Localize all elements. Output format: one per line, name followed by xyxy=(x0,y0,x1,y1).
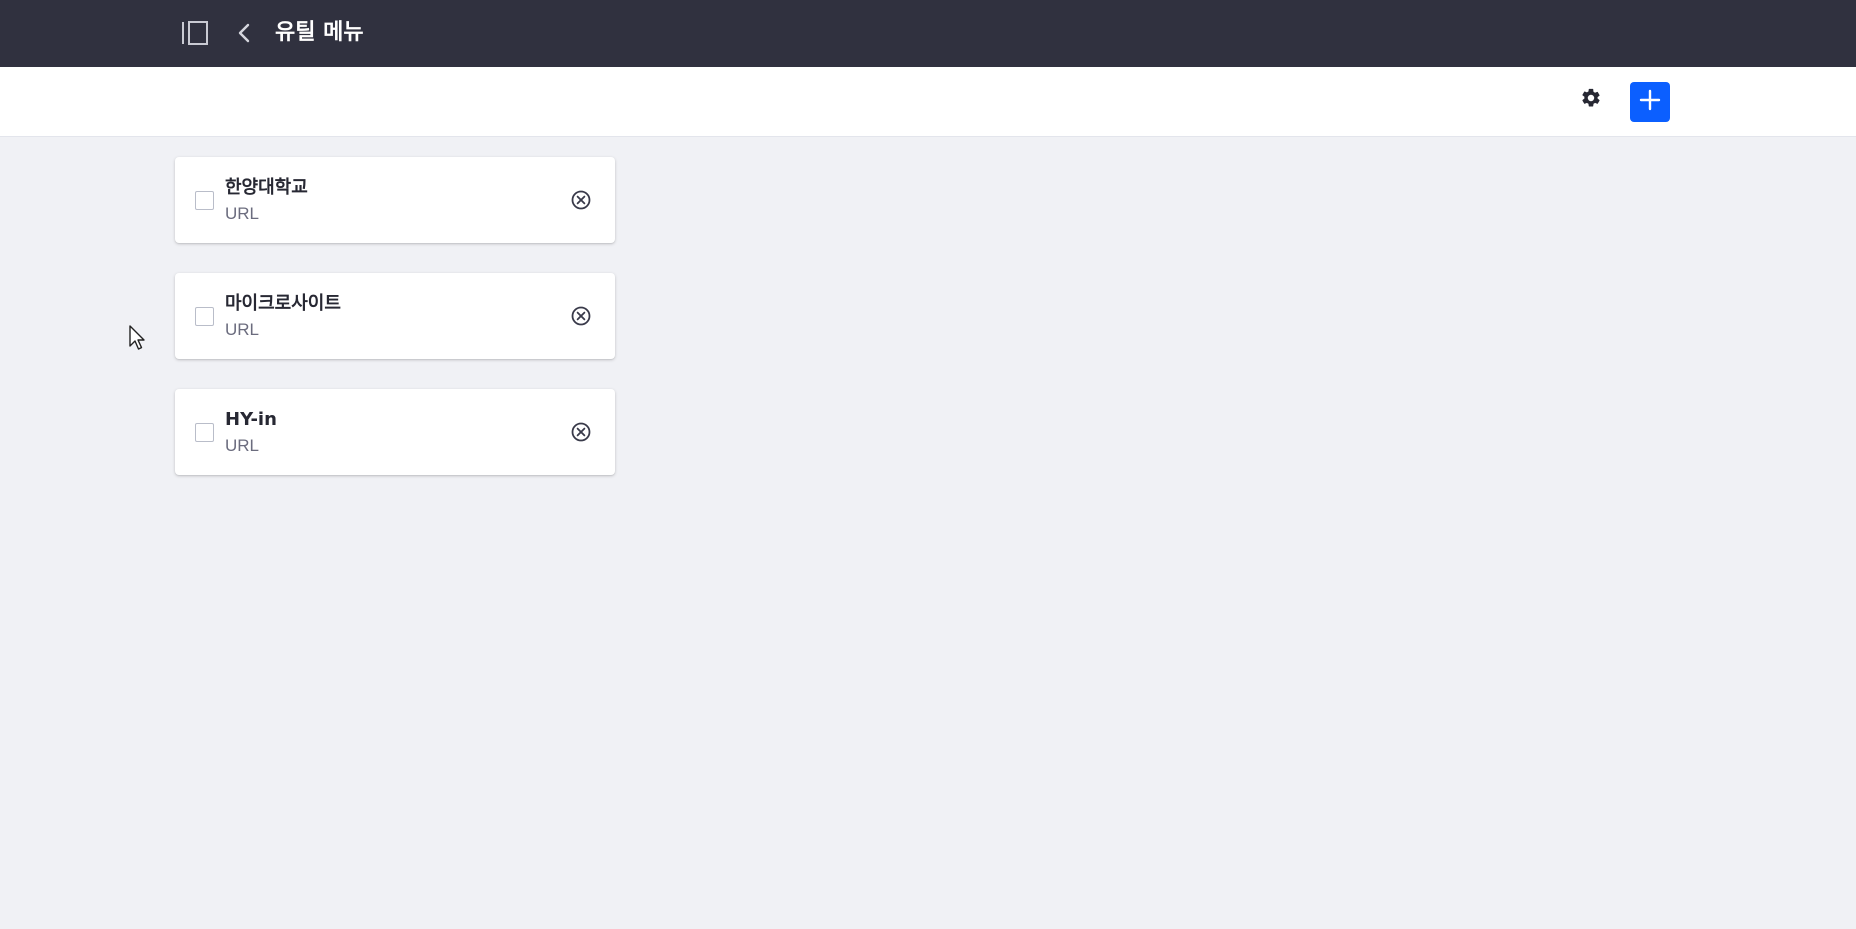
menu-item-list: 한양대학교 URL 마이크로사이트 URL HY-in URL xyxy=(175,157,615,505)
remove-button[interactable] xyxy=(570,189,592,211)
gear-icon xyxy=(1580,87,1602,114)
close-circle-icon xyxy=(570,422,592,447)
item-name: 한양대학교 xyxy=(225,177,308,198)
list-item[interactable]: 한양대학교 URL xyxy=(175,157,615,243)
item-name: 마이크로사이트 xyxy=(225,293,341,314)
item-type: URL xyxy=(225,436,260,455)
management-toolbar xyxy=(0,67,1856,137)
chevron-left-icon xyxy=(232,23,258,52)
close-circle-icon xyxy=(570,306,592,331)
remove-button[interactable] xyxy=(570,305,592,327)
remove-button[interactable] xyxy=(570,421,592,443)
close-circle-icon xyxy=(570,190,592,215)
sidebar-panel-icon[interactable] xyxy=(180,20,210,46)
settings-button[interactable] xyxy=(1576,85,1606,115)
item-checkbox[interactable] xyxy=(195,423,214,442)
item-name: HY-in xyxy=(225,409,277,430)
item-checkbox[interactable] xyxy=(195,191,214,210)
plus-icon xyxy=(1639,89,1661,116)
add-button[interactable] xyxy=(1630,82,1670,122)
list-item[interactable]: 마이크로사이트 URL xyxy=(175,273,615,359)
item-type: URL xyxy=(225,320,260,339)
top-header-bar: 유틸 메뉴 xyxy=(0,0,1856,67)
back-button[interactable] xyxy=(232,18,258,48)
mouse-cursor-icon xyxy=(128,324,146,352)
item-type: URL xyxy=(225,204,260,223)
list-item[interactable]: HY-in URL xyxy=(175,389,615,475)
page-title: 유틸 메뉴 xyxy=(275,20,364,45)
item-checkbox[interactable] xyxy=(195,307,214,326)
